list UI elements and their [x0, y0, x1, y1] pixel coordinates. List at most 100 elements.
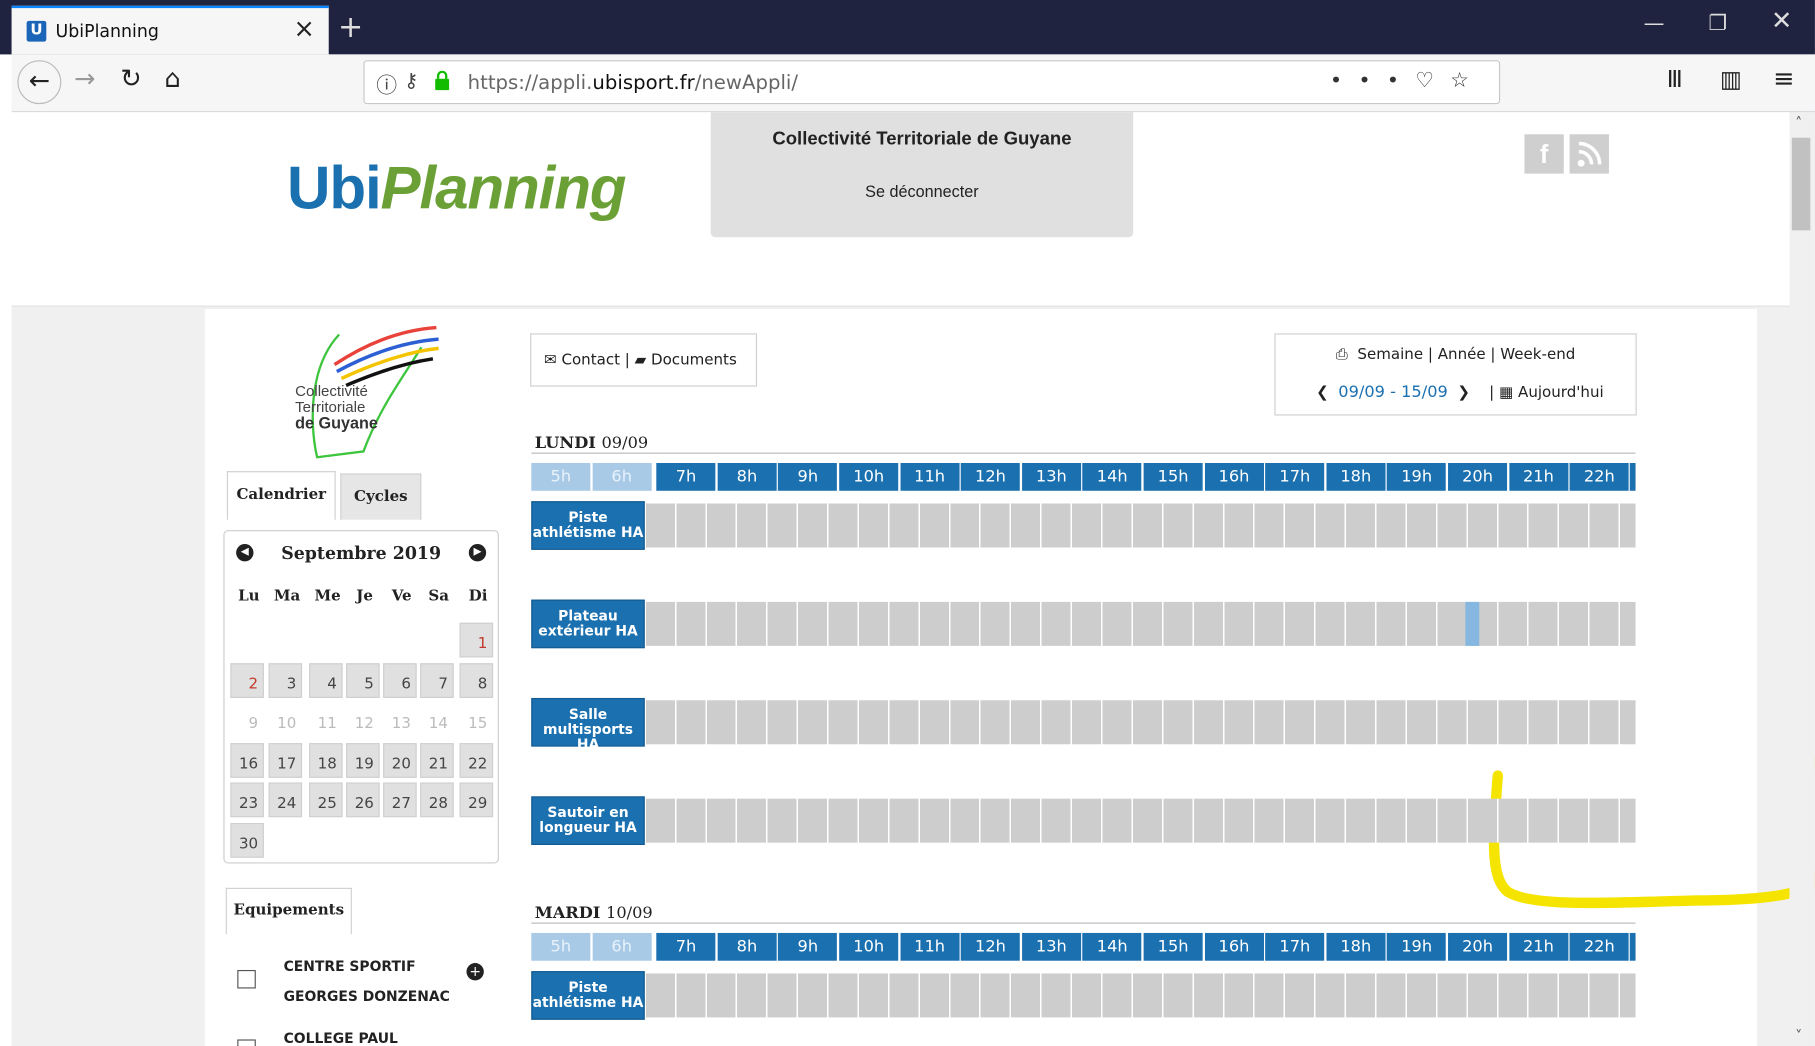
expand-plus-icon[interactable]: + — [466, 963, 484, 981]
back-icon[interactable]: ← — [17, 60, 62, 105]
svg-text:Collectivité: Collectivité — [295, 383, 368, 400]
calendar-day[interactable]: 13 — [383, 702, 417, 738]
next-month-icon[interactable]: ▶ — [468, 544, 487, 562]
equipment-item[interactable]: COLLEGE PAUL — [237, 1023, 492, 1046]
calendar-day[interactable]: 10 — [268, 702, 303, 738]
equipment-item[interactable]: CENTRE SPORTIF GEORGES DONZENAC + — [237, 951, 492, 1014]
calendar-day[interactable]: 24 — [268, 782, 303, 818]
time-slots-row[interactable] — [645, 798, 1636, 843]
calendar-day[interactable]: 28 — [420, 782, 454, 818]
hour-label: 8h — [717, 463, 777, 491]
calendar-day[interactable]: 30 — [230, 822, 264, 858]
tab-equipements[interactable]: Equipements — [225, 887, 352, 935]
info-icon[interactable]: ⓘ — [376, 69, 397, 99]
hour-label: 14h — [1082, 932, 1142, 961]
view-weekend[interactable]: Week-end — [1500, 346, 1575, 363]
equipment-checkbox[interactable] — [237, 969, 256, 989]
close-tab-icon[interactable]: × — [293, 15, 314, 44]
calendar-day[interactable]: 26 — [346, 782, 380, 818]
page-actions[interactable]: •••♡☆ — [1330, 68, 1485, 92]
calendar-day[interactable]: 25 — [309, 782, 343, 818]
calendar-day[interactable]: 22 — [459, 742, 494, 778]
site-header: UbiPlanning Collectivité Territoriale de… — [11, 112, 1790, 307]
calendar-day[interactable]: 18 — [309, 742, 343, 778]
weekday-label: Me — [314, 588, 341, 606]
next-week-icon[interactable]: ❯ — [1457, 384, 1470, 401]
resource-label[interactable]: Piste athlétisme HA — [531, 971, 645, 1020]
facebook-icon[interactable]: f — [1524, 134, 1564, 174]
contact-link[interactable]: Contact — [561, 352, 620, 369]
hour-label: 5h — [531, 932, 591, 961]
calendar-day[interactable]: 27 — [383, 782, 417, 818]
calendar-day[interactable]: 23 — [230, 782, 264, 818]
time-slots-row[interactable] — [645, 700, 1636, 745]
hour-label: 11h — [900, 932, 960, 961]
hour-label: 13h — [1021, 932, 1081, 961]
view-annee[interactable]: Année — [1438, 346, 1486, 363]
minimize-icon[interactable]: — — [1644, 12, 1665, 36]
calendar-day[interactable]: 16 — [230, 742, 264, 778]
calendar-day[interactable]: 17 — [268, 742, 303, 778]
resource-label[interactable]: Piste athlétisme HA — [531, 501, 645, 550]
time-slots-row[interactable] — [645, 503, 1636, 548]
calendar-day[interactable]: 11 — [309, 702, 343, 738]
prev-week-icon[interactable]: ❮ — [1316, 384, 1329, 401]
view-semaine[interactable]: Semaine — [1357, 346, 1423, 363]
calendar-day[interactable]: 2 — [230, 662, 264, 698]
tab-calendrier[interactable]: Calendrier — [226, 471, 336, 520]
weekday-label: Di — [468, 588, 488, 606]
calendar-day[interactable]: 12 — [346, 702, 380, 738]
calendar-day[interactable]: 4 — [309, 662, 343, 698]
calendar-day[interactable]: 9 — [230, 702, 264, 738]
home-icon[interactable]: ⌂ — [164, 65, 180, 94]
calendar-day[interactable]: 6 — [383, 662, 417, 698]
reload-icon[interactable]: ↻ — [120, 65, 141, 94]
hour-label: 21h — [1508, 463, 1568, 491]
hour-label: 18h — [1326, 463, 1386, 491]
browser-tab[interactable]: U UbiPlanning × — [11, 5, 329, 55]
calendar-day[interactable]: 15 — [459, 702, 494, 738]
documents-link[interactable]: Documents — [651, 352, 737, 369]
hour-label: 21h — [1508, 932, 1568, 961]
tab-cycles[interactable]: Cycles — [340, 473, 422, 520]
calendar-day[interactable]: 1 — [459, 622, 494, 658]
folder-icon: ▰ — [634, 351, 647, 370]
library-icon[interactable]: Ⅲ — [1667, 65, 1683, 93]
menu-icon[interactable]: ≡ — [1773, 65, 1794, 94]
time-slots-row[interactable] — [645, 601, 1636, 646]
calendar-day[interactable]: 14 — [420, 702, 454, 738]
equipment-checkbox[interactable] — [237, 1039, 256, 1046]
hour-overflow — [1629, 463, 1636, 491]
print-icon[interactable]: ⎙ — [1336, 346, 1348, 363]
time-slots-row[interactable] — [645, 973, 1636, 1018]
logout-link[interactable]: Se déconnecter — [711, 182, 1133, 201]
page-scrollbar[interactable]: ˄ ˅ — [1789, 112, 1815, 1046]
lock-icon — [435, 70, 450, 91]
resource-label[interactable]: Salle multisports HA — [531, 697, 645, 752]
calendar-day[interactable]: 20 — [383, 742, 417, 778]
hour-label: 8h — [717, 932, 777, 961]
calendar-day[interactable]: 3 — [268, 662, 303, 698]
restore-icon[interactable]: ❐ — [1708, 12, 1727, 36]
hour-label: 12h — [960, 932, 1020, 961]
forward-icon[interactable]: → — [74, 65, 95, 94]
sidebar-icon[interactable]: ▥ — [1720, 65, 1742, 93]
equipment-label: CENTRE SPORTIF GEORGES DONZENAC — [283, 958, 450, 1005]
today-link[interactable]: Aujourd'hui — [1518, 384, 1604, 401]
rss-icon[interactable] — [1569, 134, 1609, 174]
day-separator — [531, 452, 1636, 454]
booked-slot[interactable] — [1465, 601, 1480, 646]
close-window-icon[interactable]: ✕ — [1771, 7, 1792, 36]
calendar-day[interactable]: 5 — [346, 662, 380, 698]
url-bar[interactable]: ⓘ ⚷ https://appli.ubisport.fr/newAppli/ … — [363, 60, 1501, 105]
calendar-day[interactable]: 7 — [420, 662, 454, 698]
calendar-day[interactable]: 29 — [459, 782, 494, 818]
site-logo[interactable]: UbiPlanning — [287, 154, 627, 223]
resource-label[interactable]: Plateau extérieur HA — [531, 599, 645, 649]
calendar-day[interactable]: 8 — [459, 662, 494, 698]
calendar-day[interactable]: 21 — [420, 742, 454, 778]
calendar-day[interactable]: 19 — [346, 742, 380, 778]
new-tab-icon[interactable]: + — [338, 10, 363, 45]
resource-label[interactable]: Sautoir en longueur HA — [531, 796, 645, 845]
scrollbar-thumb[interactable] — [1791, 137, 1811, 231]
